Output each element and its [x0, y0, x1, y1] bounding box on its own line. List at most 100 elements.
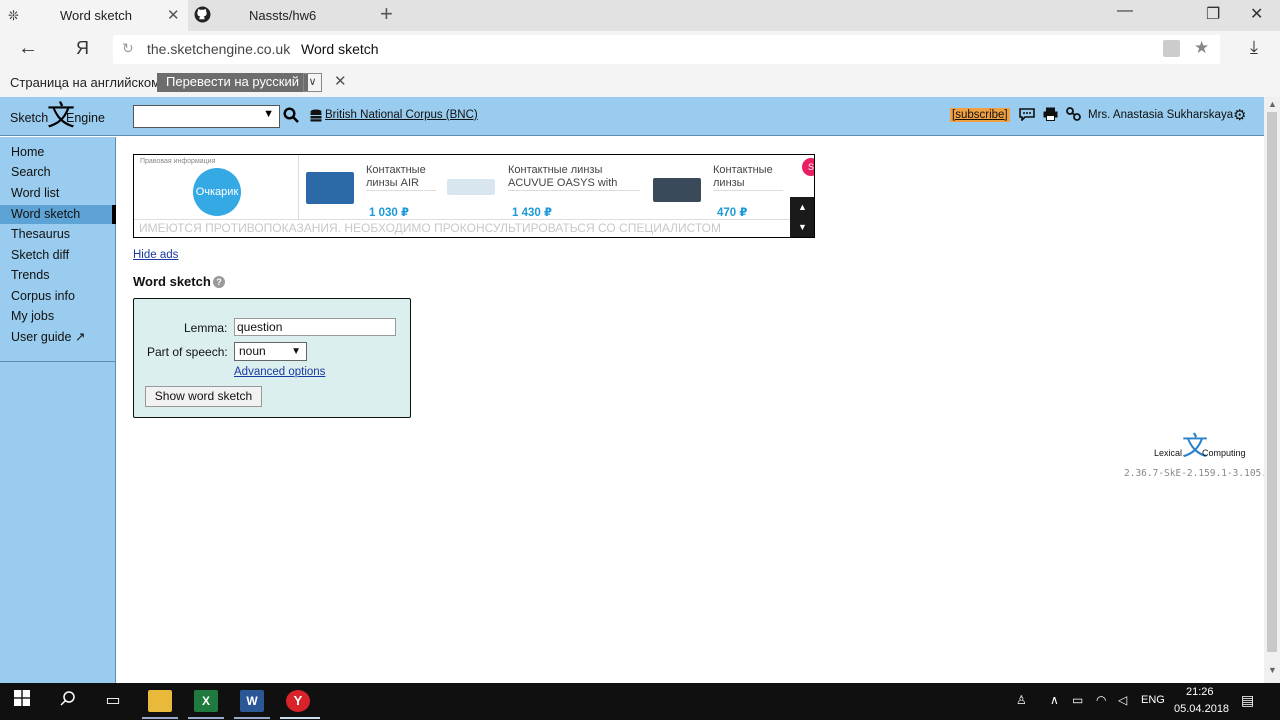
sidebar-divider [0, 361, 116, 362]
taskbar-active-indicator [234, 717, 270, 719]
scroll-down-icon[interactable]: ▼ [1268, 665, 1277, 675]
language-indicator[interactable]: ENG [1141, 694, 1165, 706]
translate-button[interactable]: Перевести на русский [157, 73, 309, 92]
volume-icon[interactable]: ◁ [1118, 693, 1127, 707]
sketchengine-icon: ❊ [8, 8, 19, 23]
ad-product-price[interactable]: 1 430 ₽ [512, 205, 552, 219]
github-icon [194, 6, 211, 26]
translate-prompt: Страница на английском [10, 75, 161, 90]
task-view-icon[interactable]: ▭ [101, 690, 125, 712]
download-icon[interactable]: ⤓ [1250, 37, 1258, 58]
lock-icon[interactable] [1163, 40, 1180, 57]
chevron-down-icon: ▼ [291, 346, 301, 357]
ad-brand-badge[interactable]: S [802, 158, 814, 176]
yandex-button[interactable]: Я [76, 38, 89, 59]
url-field[interactable]: ↻ the.sketchengine.co.uk Word sketch ★ [113, 35, 1220, 64]
gear-icon[interactable]: ⚙ [1233, 106, 1246, 124]
ad-product-image[interactable] [653, 178, 701, 202]
tab-title: Nassts/hw6 [249, 8, 317, 23]
logo-text-left: Lexical [1154, 448, 1183, 458]
ad-product-divider [366, 190, 436, 191]
clock-date[interactable]: 05.04.2018 [1174, 703, 1229, 715]
sidebar-item-corpus-info[interactable]: Corpus info [0, 287, 116, 306]
ad-banner[interactable]: Правовая информация Очкарик Контактные л… [133, 154, 815, 238]
tab-word-sketch[interactable]: ❊ Word sketch ✕ [0, 0, 188, 31]
sidebar-item-sketch-diff[interactable]: Sketch diff [0, 246, 116, 265]
ad-product-name[interactable]: Контактные линзы ACUVUE OASYS with [508, 164, 640, 190]
chevron-down-icon[interactable]: ▼ [263, 108, 274, 120]
word-icon[interactable]: W [240, 690, 264, 712]
sidebar-item-my-jobs[interactable]: My jobs [0, 307, 116, 326]
reload-icon[interactable]: ↻ [122, 40, 134, 57]
yandex-browser-icon[interactable]: Y [286, 690, 310, 712]
pos-label: Part of speech: [147, 345, 228, 359]
search-input[interactable]: ▼ [133, 105, 280, 128]
ad-legal-text[interactable]: Правовая информация [140, 158, 215, 165]
page-content: Sketch 文 Engine ▼ British National Corpu… [0, 97, 1280, 683]
new-tab-button[interactable]: + [380, 3, 393, 25]
ad-scroll-down-button[interactable]: ▼ [790, 217, 814, 237]
tab-nassts-hw6[interactable]: Nassts/hw6 [188, 0, 368, 31]
sidebar-item-search[interactable]: Search [0, 163, 116, 182]
show-word-sketch-button[interactable]: Show word sketch [145, 386, 262, 407]
maximize-button[interactable]: ❐ [1206, 4, 1220, 24]
sidebar-nav: Home Search Word list Word sketch Thesau… [0, 137, 116, 683]
wifi-icon[interactable]: ◠ [1096, 693, 1106, 707]
ad-product-price[interactable]: 470 ₽ [717, 205, 747, 219]
taskbar-active-indicator [280, 717, 320, 719]
close-window-button[interactable]: ✕ [1250, 4, 1263, 24]
pos-select[interactable]: noun ▼ [234, 342, 307, 361]
file-explorer-icon[interactable] [148, 690, 172, 712]
sidebar-item-word-list[interactable]: Word list [0, 184, 116, 203]
link-icon[interactable] [1066, 107, 1081, 124]
user-name[interactable]: Mrs. Anastasia Sukharskaya [1088, 109, 1233, 121]
word-sketch-form: Lemma: question Part of speech: noun ▼ A… [133, 298, 411, 418]
logo-text-right: Engine [66, 111, 105, 125]
print-icon[interactable] [1043, 107, 1058, 124]
version-text: 2.36.7-SkE-2.159.1-3.105.4 [1124, 468, 1273, 479]
sidebar-item-user-guide[interactable]: User guide ↗ [0, 328, 116, 347]
clock-time[interactable]: 21:26 [1186, 686, 1214, 698]
taskbar-active-indicator [142, 717, 178, 719]
chevron-up-icon[interactable]: ∧ [1050, 693, 1059, 707]
people-icon[interactable]: ♙ [1016, 693, 1027, 707]
advanced-options-link[interactable]: Advanced options [234, 366, 325, 378]
hide-ads-link[interactable]: Hide ads [133, 249, 178, 261]
corpus-link[interactable]: British National Corpus (BNC) [325, 109, 478, 121]
windows-start-icon[interactable] [10, 690, 34, 712]
subscribe-link[interactable]: [subscribe] [950, 108, 1010, 122]
scrollbar-thumb[interactable] [1267, 112, 1277, 652]
search-icon[interactable] [283, 107, 299, 128]
sidebar-item-trends[interactable]: Trends [0, 266, 116, 285]
ad-product-price[interactable]: 1 030 ₽ [369, 205, 409, 219]
sidebar-item-thesaurus[interactable]: Thesaurus [0, 225, 116, 244]
browser-tab-bar: ❊ Word sketch ✕ Nassts/hw6 + — ❐ ✕ [0, 0, 1280, 31]
translate-options-dropdown[interactable]: ∨ [303, 73, 322, 92]
taskbar-active-indicator [188, 717, 224, 719]
ad-product-image[interactable] [447, 179, 495, 195]
ad-product-divider [713, 190, 783, 191]
lemma-input[interactable]: question [234, 318, 396, 336]
battery-icon[interactable]: ▭ [1072, 693, 1083, 707]
search-icon[interactable] [56, 690, 80, 712]
excel-icon[interactable]: X [194, 690, 218, 712]
ad-product-name[interactable]: Контактные линзы AIR [366, 164, 436, 190]
scroll-up-icon[interactable]: ▲ [1268, 99, 1277, 109]
ad-warning-text: ИМЕЮТСЯ ПРОТИВОПОКАЗАНИЯ. НЕОБХОДИМО ПРО… [139, 221, 721, 235]
back-arrow-icon[interactable]: ← [18, 37, 38, 60]
sidebar-item-home[interactable]: Home [0, 143, 116, 162]
ad-scroll-up-button[interactable]: ▲ [790, 197, 814, 217]
bookmark-star-icon[interactable]: ★ [1194, 38, 1209, 58]
lexical-computing-logo[interactable]: Lexical 文 Computing [1152, 432, 1252, 465]
close-translate-icon[interactable]: ✕ [334, 72, 347, 90]
sidebar-item-word-sketch[interactable]: Word sketch [0, 205, 116, 224]
database-icon [310, 109, 322, 125]
minimize-button[interactable]: — [1117, 2, 1133, 20]
ad-product-name[interactable]: Контактные линзы [713, 164, 783, 190]
notifications-icon[interactable]: ▤ [1241, 692, 1254, 709]
chat-icon[interactable] [1019, 107, 1035, 124]
ad-logo[interactable]: Очкарик [193, 168, 241, 216]
close-tab-icon[interactable]: ✕ [167, 6, 180, 24]
ad-product-image[interactable] [306, 172, 354, 204]
help-icon[interactable]: ? [213, 276, 225, 288]
